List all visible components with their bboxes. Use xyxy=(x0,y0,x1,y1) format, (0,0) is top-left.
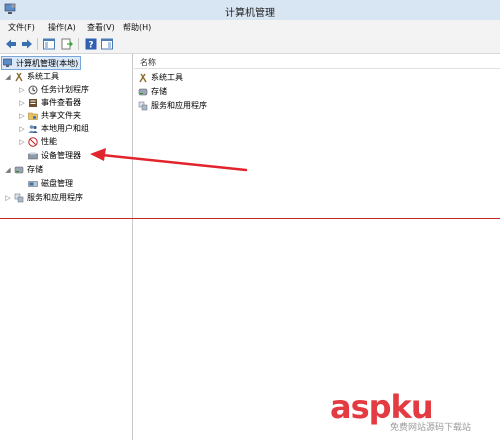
collapse-arrow-icon[interactable]: ◢ xyxy=(4,166,12,174)
console-tree-icon xyxy=(43,38,55,50)
services-icon xyxy=(138,101,148,111)
list-item[interactable]: 存储 xyxy=(138,85,167,98)
action-pane-icon xyxy=(101,38,113,50)
tree-label: 设备管理器 xyxy=(41,151,81,160)
back-button[interactable] xyxy=(4,37,18,51)
expand-arrow-icon[interactable]: ▷ xyxy=(4,194,12,202)
tree-label: 存储 xyxy=(27,165,43,174)
tree-label: 性能 xyxy=(41,137,57,146)
tree-label: 任务计划程序 xyxy=(41,85,89,94)
tree-item-device-manager[interactable]: 设备管理器 xyxy=(28,149,81,162)
list-item[interactable]: 系统工具 xyxy=(138,71,183,84)
users-icon xyxy=(28,124,38,134)
list-item-label: 存储 xyxy=(151,87,167,96)
help-icon: ? xyxy=(85,38,97,50)
tools-icon xyxy=(14,72,24,82)
shared-folder-icon xyxy=(28,111,38,121)
toolbar: ? xyxy=(0,35,500,54)
expand-arrow-icon[interactable]: ▷ xyxy=(18,138,26,146)
watermark-caption: 免费网站源码下载站 xyxy=(390,423,472,433)
toolbar-separator xyxy=(37,38,38,50)
details-pane: 名称 系统工具 存储 服务和应用程序 xyxy=(134,54,500,440)
tree-label: 本地用户和组 xyxy=(41,124,89,133)
console-tree: 计算机管理(本地) ◢ 系统工具 ▷ 任务计划程序 ▷ 事件查看器 ▷ 共享文件… xyxy=(0,54,133,440)
column-header-label: 名称 xyxy=(140,58,156,67)
event-viewer-icon xyxy=(28,98,38,108)
tree-label: 服务和应用程序 xyxy=(27,193,83,202)
forward-arrow-icon xyxy=(22,39,32,49)
tools-icon xyxy=(138,73,148,83)
tree-label: 事件查看器 xyxy=(41,98,81,107)
tree-item-computer-management[interactable]: 计算机管理(本地) xyxy=(1,56,82,70)
export-icon xyxy=(61,38,73,50)
tree-label: 系统工具 xyxy=(27,72,59,81)
expand-arrow-icon[interactable]: ▷ xyxy=(18,112,26,120)
tree-item-event-viewer[interactable]: ▷ 事件查看器 xyxy=(18,96,81,109)
tree-item-performance[interactable]: ▷ 性能 xyxy=(18,135,57,148)
expand-arrow-icon[interactable]: ▷ xyxy=(18,86,26,94)
tree-item-local-users[interactable]: ▷ 本地用户和组 xyxy=(18,122,89,135)
tree-item-shared-folders[interactable]: ▷ 共享文件夹 xyxy=(18,109,81,122)
disk-management-icon xyxy=(28,179,38,189)
tree-label: 共享文件夹 xyxy=(41,111,81,120)
performance-icon xyxy=(28,136,38,147)
annotation-line xyxy=(0,218,500,219)
menu-action[interactable]: 操作(A) xyxy=(48,22,76,33)
tree-label: 磁盘管理 xyxy=(41,179,73,188)
toolbar-separator xyxy=(78,38,79,50)
list-item-label: 系统工具 xyxy=(151,73,183,82)
window-title: 计算机管理 xyxy=(225,8,275,19)
title-bar: 计算机管理 xyxy=(0,0,500,21)
menu-file[interactable]: 文件(F) xyxy=(8,22,35,33)
clock-icon xyxy=(28,85,38,95)
menu-view[interactable]: 查看(V) xyxy=(87,22,115,33)
menu-bar: 文件(F) 操作(A) 查看(V) 帮助(H) xyxy=(0,20,500,35)
tree-item-task-scheduler[interactable]: ▷ 任务计划程序 xyxy=(18,83,89,96)
expand-arrow-icon[interactable]: ▷ xyxy=(18,125,26,133)
list-item-label: 服务和应用程序 xyxy=(151,101,207,110)
svg-text:?: ? xyxy=(88,41,93,51)
forward-button[interactable] xyxy=(20,37,34,51)
device-manager-icon xyxy=(28,151,38,161)
collapse-arrow-icon[interactable]: ◢ xyxy=(4,73,12,81)
storage-icon xyxy=(14,165,24,175)
tree-item-system-tools[interactable]: ◢ 系统工具 xyxy=(4,70,59,83)
tree-item-disk-management[interactable]: 磁盘管理 xyxy=(28,177,73,190)
tree-label: 计算机管理(本地) xyxy=(16,58,79,68)
show-hide-tree-button[interactable] xyxy=(42,37,56,51)
menu-help[interactable]: 帮助(H) xyxy=(123,22,151,33)
export-list-button[interactable] xyxy=(60,37,74,51)
computer-management-icon xyxy=(3,58,13,68)
expand-arrow-icon[interactable]: ▷ xyxy=(18,99,26,107)
storage-icon xyxy=(138,87,148,97)
tree-item-services-apps[interactable]: ▷ 服务和应用程序 xyxy=(4,191,83,204)
column-header-name[interactable]: 名称 xyxy=(134,54,500,69)
back-arrow-icon xyxy=(6,39,16,49)
help-button[interactable]: ? xyxy=(84,37,98,51)
list-item[interactable]: 服务和应用程序 xyxy=(138,99,207,112)
show-action-pane-button[interactable] xyxy=(100,37,114,51)
services-icon xyxy=(14,193,24,203)
tree-item-storage[interactable]: ◢ 存储 xyxy=(4,163,43,176)
